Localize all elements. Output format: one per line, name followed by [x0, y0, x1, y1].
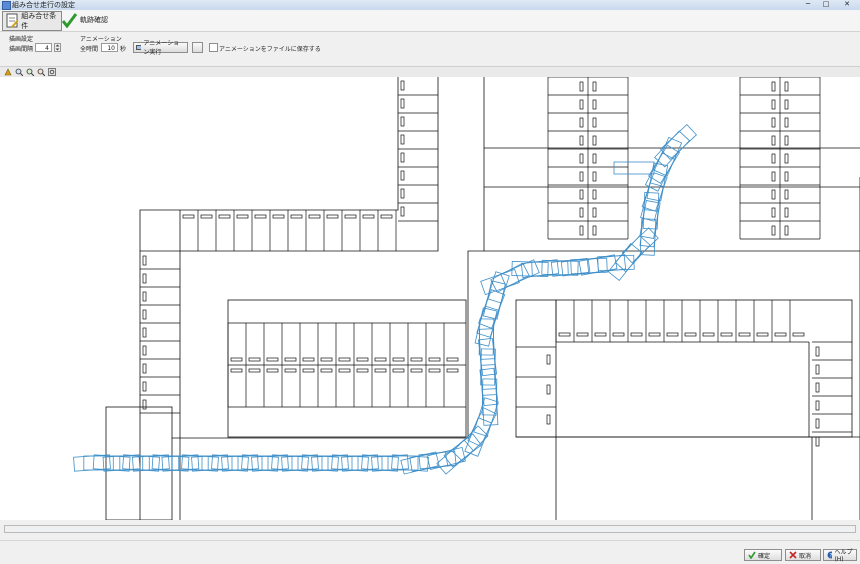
ok-label: 確定	[758, 552, 771, 560]
confirm-check-icon	[748, 551, 756, 559]
footer-bar: 確定 取消 ? ヘルプ(H)	[0, 540, 860, 564]
interval-spinner-icon[interactable]	[54, 43, 61, 52]
parking-lot-plan	[73, 77, 860, 520]
tab-trajectory-check[interactable]: 軌跡確認	[58, 11, 112, 29]
main-toolbar: 組み合せ条件 軌跡確認	[0, 10, 860, 32]
save-animation-checkbox[interactable]	[209, 43, 218, 52]
maximize-button[interactable]: □	[818, 0, 834, 9]
zoom-in-icon[interactable]	[26, 68, 34, 76]
tab-combination-conditions[interactable]: 組み合せ条件	[2, 11, 62, 31]
drawing-canvas[interactable]	[0, 77, 860, 520]
pan-icon[interactable]	[4, 68, 12, 76]
tab-trajectory-check-label: 軌跡確認	[80, 16, 108, 24]
vehicle-trajectory	[73, 124, 697, 475]
window-title: 組み合せ走行の設定	[12, 1, 75, 9]
close-button[interactable]: ✕	[836, 0, 858, 9]
run-animation-label: アニメーション実行	[143, 39, 180, 56]
structure-lines	[105, 77, 860, 520]
horizontal-scrollbar[interactable]	[4, 525, 856, 533]
app-icon	[2, 1, 11, 10]
settings-panel: 描画設定 描画間隔 4 アニメーション 全時間 10 秒 アニメーション実行 ア…	[0, 32, 860, 64]
help-label: ヘルプ(H)	[834, 549, 853, 563]
animation-header: アニメーション	[80, 36, 122, 43]
cancel-x-icon	[789, 551, 797, 559]
zoom-out-icon[interactable]	[37, 68, 45, 76]
cancel-button[interactable]: 取消	[785, 549, 821, 561]
film-icon	[136, 45, 142, 50]
settings-icon[interactable]	[48, 68, 56, 76]
help-icon: ?	[827, 551, 833, 560]
drawing-interval-label: 描画間隔	[9, 46, 34, 53]
minimize-button[interactable]: ─	[800, 0, 816, 9]
total-time-label: 全時間	[80, 46, 99, 53]
drawing-interval-input[interactable]: 4	[35, 43, 52, 52]
ok-button[interactable]: 確定	[744, 549, 782, 561]
cancel-label: 取消	[799, 552, 812, 560]
checkmark-icon	[61, 13, 77, 28]
run-animation-button[interactable]: アニメーション実行	[133, 40, 188, 56]
help-button[interactable]: ? ヘルプ(H)	[823, 549, 857, 563]
zoom-fit-icon[interactable]	[15, 68, 23, 76]
document-edit-icon	[6, 13, 19, 28]
tab-combination-conditions-label: 組み合せ条件	[21, 12, 57, 30]
time-unit-label: 秒	[120, 46, 127, 53]
total-time-input[interactable]: 10	[101, 43, 118, 52]
animation-options-button[interactable]	[192, 42, 203, 53]
drawing-settings-header: 描画設定	[9, 36, 34, 43]
save-animation-label: アニメーションをファイルに保存する	[219, 46, 321, 53]
svg-text:?: ?	[829, 553, 832, 560]
